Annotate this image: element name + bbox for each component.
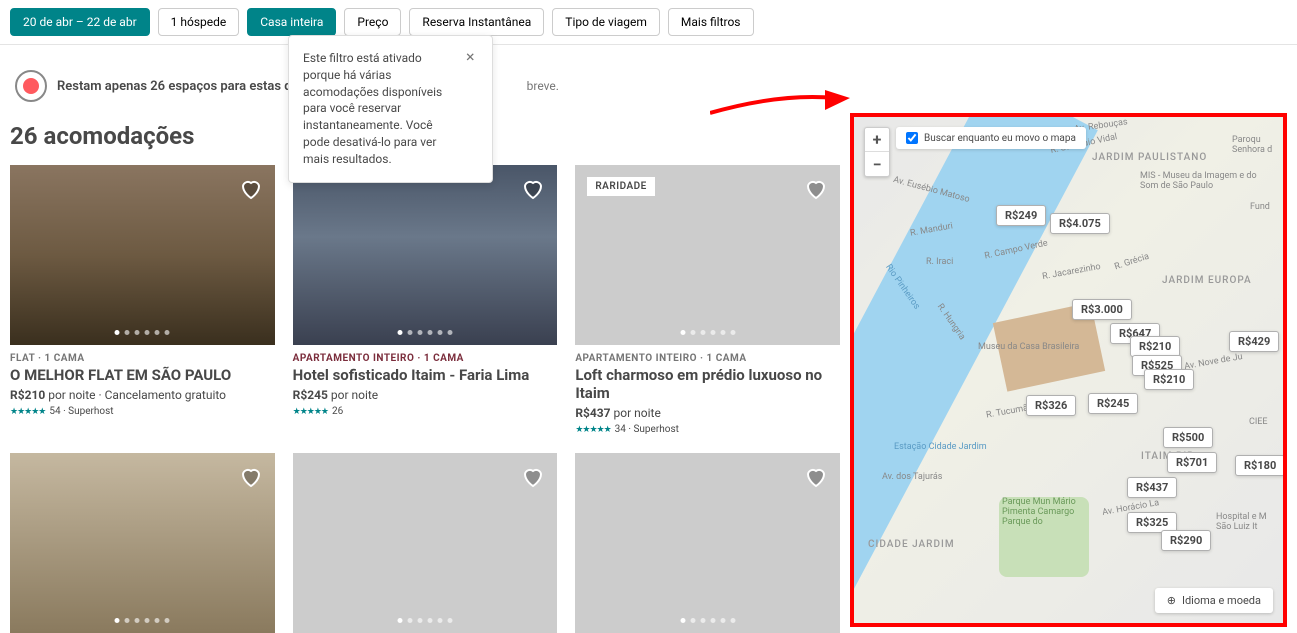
tooltip-text: Este filtro está ativado porque há vária… <box>303 51 442 166</box>
listing-rating: ★★★★★34 · Superhost <box>575 424 840 435</box>
carousel-dots <box>680 330 735 335</box>
search-as-move-label: Buscar enquanto eu movo o mapa <box>924 133 1076 144</box>
close-icon[interactable]: × <box>466 46 482 62</box>
heart-icon[interactable] <box>804 177 828 201</box>
listing-card[interactable] <box>293 453 558 633</box>
listing-price: R$210 por noite · Cancelamento gratuito <box>10 388 275 402</box>
listing-price: R$245 por noite <box>293 388 558 402</box>
map-poi-label: Parque Mun Mário Pimenta Camargo Parque … <box>1002 497 1092 527</box>
zoom-controls: + − <box>864 127 890 177</box>
carousel-dots <box>397 618 452 623</box>
map-neighborhood-label: CIDADE JARDIM <box>868 539 955 550</box>
price-marker[interactable]: R$3.000 <box>1072 299 1132 320</box>
map-poi-label: MIS - Museu da Imagem e do Som de São Pa… <box>1140 171 1260 191</box>
carousel-dots <box>397 330 452 335</box>
listing-image[interactable] <box>10 165 275 345</box>
map-street-label: R. Tucumã <box>985 403 1028 420</box>
price-marker[interactable]: R$701 <box>1167 452 1217 473</box>
price-marker[interactable]: R$500 <box>1163 427 1213 448</box>
filter-dates[interactable]: 20 de abr – 22 de abr <box>10 8 150 36</box>
price-marker[interactable]: R$429 <box>1229 331 1279 352</box>
listing-image[interactable] <box>10 453 275 633</box>
listing-image[interactable] <box>293 165 558 345</box>
map-neighborhood-label: JARDIM EUROPA <box>1162 275 1252 286</box>
heart-icon[interactable] <box>521 177 545 201</box>
filter-tooltip: Este filtro está ativado porque há vária… <box>288 35 493 183</box>
carousel-dots <box>115 330 170 335</box>
heart-icon[interactable] <box>521 465 545 489</box>
listing-card[interactable]: APARTAMENTO INTEIRO · 1 CAMA Hotel sofis… <box>293 165 558 435</box>
listing-title: Hotel sofisticado Itaim - Faria Lima <box>293 366 558 384</box>
filter-more[interactable]: Mais filtros <box>668 8 754 36</box>
search-as-move-toggle[interactable]: Buscar enquanto eu movo o mapa <box>896 127 1086 149</box>
carousel-dots <box>115 618 170 623</box>
map-panel[interactable]: JARDIM PAULISTANO JARDIM EUROPA ITAIM BI… <box>850 113 1287 627</box>
listing-meta: APARTAMENTO INTEIRO · 1 CAMA <box>293 353 558 364</box>
map-poi-label: CIEE <box>1249 417 1268 427</box>
listing-card[interactable]: FLAT · 1 CAMA O MELHOR FLAT EM SÃO PAULO… <box>10 165 275 435</box>
map-poi-label: Hospital e M São Luiz It <box>1216 512 1276 532</box>
listing-meta: FLAT · 1 CAMA <box>10 353 275 364</box>
price-marker[interactable]: R$180 <box>1235 455 1283 476</box>
filter-price[interactable]: Preço <box>344 8 401 36</box>
filter-instant-book[interactable]: Reserva Instantânea <box>409 8 544 36</box>
listing-meta: APARTAMENTO INTEIRO · 1 CAMA <box>575 353 840 364</box>
listing-title: O MELHOR FLAT EM SÃO PAULO <box>10 366 275 384</box>
price-marker[interactable]: R$245 <box>1088 393 1138 414</box>
price-marker[interactable]: R$249 <box>996 205 1046 226</box>
search-as-move-checkbox[interactable] <box>906 132 918 144</box>
filter-guests[interactable]: 1 hóspede <box>158 8 240 36</box>
listing-card[interactable] <box>575 453 840 633</box>
zoom-in-button[interactable]: + <box>865 128 889 152</box>
rarity-badge: RARIDADE <box>587 177 655 196</box>
carousel-dots <box>680 618 735 623</box>
map-poi-label: Paroqu Senhora d <box>1232 135 1282 155</box>
alert-icon <box>15 70 47 102</box>
map-poi-label: Fund <box>1250 202 1270 212</box>
notice-subtext: breve. <box>527 79 559 93</box>
filters-bar: 20 de abr – 22 de abr 1 hóspede Casa int… <box>0 0 1297 45</box>
heart-icon[interactable] <box>804 465 828 489</box>
listing-rating: ★★★★★26 <box>293 406 558 417</box>
zoom-out-button[interactable]: − <box>865 152 889 176</box>
listing-price: R$437 por noite <box>575 406 840 420</box>
globe-icon: ⊕ <box>1167 594 1176 607</box>
heart-icon[interactable] <box>239 177 263 201</box>
language-currency-label: Idioma e moeda <box>1182 594 1261 607</box>
listing-card[interactable] <box>10 453 275 633</box>
map-street-label: R. Jacarezinho <box>1042 262 1102 282</box>
listing-rating: ★★★★★54 · Superhost <box>10 406 275 417</box>
map-street-label: R. Grécia <box>1113 252 1150 273</box>
listing-image[interactable] <box>575 453 840 633</box>
price-marker[interactable]: R$326 <box>1026 395 1076 416</box>
language-currency-button[interactable]: ⊕ Idioma e moeda <box>1155 588 1273 613</box>
notice-text: Restam apenas 26 espaços para estas data… <box>57 79 317 94</box>
listing-image[interactable] <box>293 453 558 633</box>
listings-grid: FLAT · 1 CAMA O MELHOR FLAT EM SÃO PAULO… <box>10 165 840 633</box>
price-marker[interactable]: R$4.075 <box>1050 213 1110 234</box>
price-marker[interactable]: R$210 <box>1130 336 1180 357</box>
map-street-label: Av. dos Tajurás <box>882 472 942 482</box>
filter-trip-type[interactable]: Tipo de viagem <box>552 8 660 36</box>
price-marker[interactable]: R$437 <box>1127 477 1177 498</box>
map-neighborhood-label: JARDIM PAULISTANO <box>1092 152 1207 163</box>
listing-image[interactable]: RARIDADE <box>575 165 840 345</box>
price-marker[interactable]: R$210 <box>1144 369 1194 390</box>
price-marker[interactable]: R$290 <box>1161 530 1211 551</box>
listing-title: Loft charmoso em prédio luxuoso no Itaim <box>575 366 840 402</box>
map-poi-label: Estação Cidade Jardim <box>894 442 987 452</box>
map-street-label: R. Iraci <box>926 257 953 267</box>
listing-card[interactable]: RARIDADE APARTAMENTO INTEIRO · 1 CAMA Lo… <box>575 165 840 435</box>
heart-icon[interactable] <box>239 465 263 489</box>
map-poi-label: Museu da Casa Brasileira <box>978 342 1088 352</box>
filter-home-type[interactable]: Casa inteira <box>247 8 336 36</box>
